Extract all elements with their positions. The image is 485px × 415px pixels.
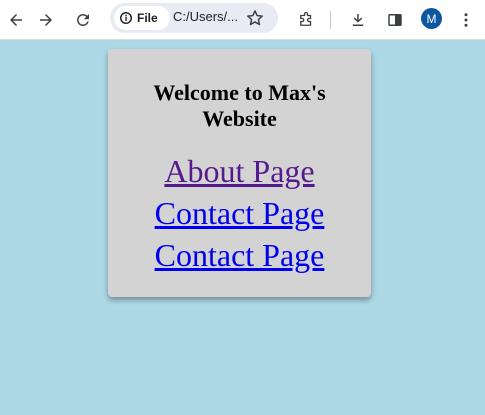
forward-button[interactable] [30,4,62,36]
contact-page-link[interactable]: Contact Page [108,192,371,234]
page-heading: Welcome to Max's Website [153,80,326,131]
side-panel-icon [388,14,402,26]
browser-toolbar: File C:/Users/... M [0,0,485,40]
contact-page-link-2[interactable]: Contact Page [108,234,371,276]
reload-button[interactable] [67,4,99,36]
download-icon [352,14,364,26]
back-arrow-icon [10,14,22,26]
welcome-card: Welcome to Max's Website About Page Cont… [108,49,371,297]
about-page-link[interactable]: About Page [108,150,371,192]
profile-avatar[interactable]: M [421,8,442,29]
info-icon [120,12,132,24]
downloads-button[interactable] [342,4,374,36]
puzzle-piece-icon [300,11,312,26]
side-panel-button[interactable] [379,4,411,36]
reload-icon [77,14,89,26]
extensions-button[interactable] [290,4,322,36]
avatar-letter: M [426,11,437,26]
menu-button[interactable] [450,4,482,36]
back-button[interactable] [0,4,32,36]
nav-links: About Page Contact Page Contact Page [108,150,371,276]
address-bar[interactable]: File C:/Users/... [110,3,278,33]
site-info-chip[interactable]: File [114,6,170,30]
url-text[interactable]: C:/Users/... [173,9,238,24]
toolbar-divider [330,11,331,29]
kebab-menu-icon [464,13,468,27]
site-info-label: File [137,11,158,25]
bookmark-star-icon[interactable] [245,8,265,28]
forward-arrow-icon [40,14,52,26]
